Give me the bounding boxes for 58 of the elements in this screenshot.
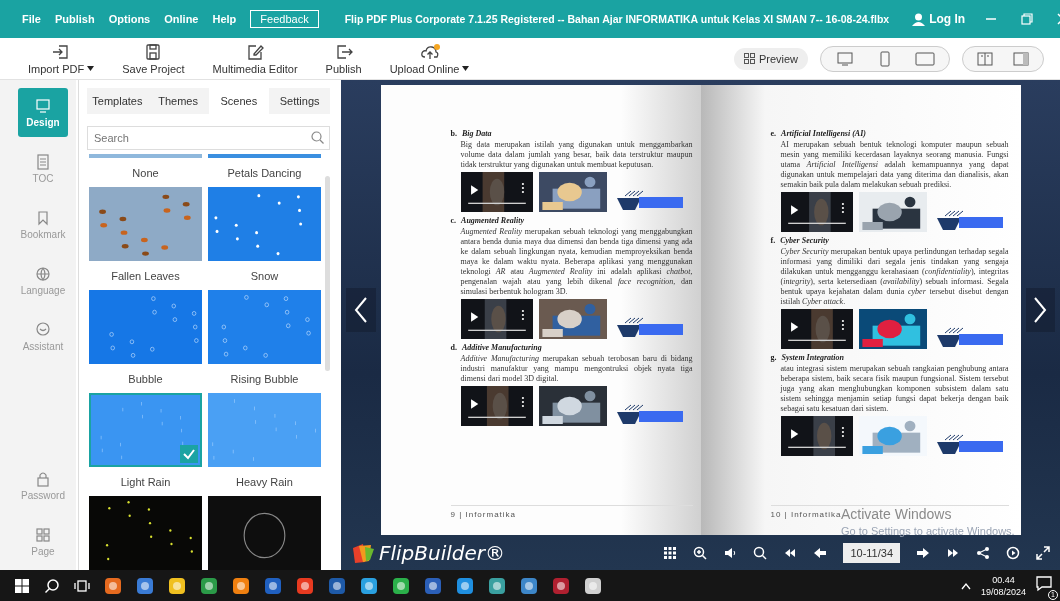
- section-marker: c.: [450, 216, 457, 225]
- menu-item[interactable]: Publish: [54, 13, 95, 25]
- tab[interactable]: Scenes: [208, 88, 270, 114]
- section-heading: Artificial Intelligensi (AI): [781, 129, 866, 138]
- section-heading: Additive Manufacturing: [461, 343, 542, 352]
- menu-item[interactable]: Help: [212, 13, 237, 25]
- section-heading: System Integration: [781, 353, 844, 362]
- menu-item[interactable]: Options: [108, 13, 151, 25]
- login-button[interactable]: Log In: [911, 12, 966, 26]
- section-marker: d.: [450, 343, 457, 352]
- nav-item[interactable]: Bookmark: [18, 200, 68, 249]
- scene-label: Heavy Rain: [235, 474, 294, 490]
- scene-label: Bubble: [127, 371, 164, 387]
- paragraph: Augmented Reality merupakan sebuah teknologi yang menggabungkan antara benda dunia maya dua dimensi dan benda tiga dimensi yang ada ke dalam sebuah lingkungan nyata, kemudian memproyeksikan benda maya ke dalam waktu nyata. Beberapa aplikasi yang menggunakan teknologi AR atau Augmented Reality ini adalah aplikasi chatbot, pengenalan wajah atau yang lebih dikenal face recognition, dan simulasi berbentuk hologram 3D.: [460, 227, 693, 297]
- nav-item[interactable]: Assistant: [18, 312, 68, 361]
- nav-item[interactable]: TOC: [18, 144, 68, 193]
- paragraph: AI merupakan sebuah bentuk teknologi komputer maupun sebuah mesin yang memiliki kecerdasan layaknya seorang manusia. Fungsi utama Artificial Intelligensi adalah kemampuannya yang dapat digunakan untuk mempelajari data yang diterima dan dianalisis, akan semakin baik pula dalam melakukan sebuah prediksi.: [780, 140, 1009, 190]
- scene-label: Petals Dancing: [226, 165, 303, 181]
- section-heading: Cyber Security: [780, 236, 829, 245]
- toolbar-button[interactable]: Upload Online: [375, 42, 484, 75]
- scene-label: Light Rain: [119, 474, 172, 490]
- menu-item[interactable]: File: [22, 13, 41, 25]
- toolbar-button[interactable]: Publish: [311, 42, 376, 75]
- section-marker: f.: [770, 236, 776, 245]
- section-marker: b.: [450, 129, 457, 138]
- toolbar-button[interactable]: Import PDF: [14, 42, 109, 75]
- paragraph: atau integrasi sistem merupakan sebuah rangkaian penghubung antara beberapa sistem, baik secara fisik maupun fungsional. Sistem tersebut juga yang akan menghubungkan komponen subsistem dalam satu sistem sehingga menjamin setiap fungsi dapat bekerja dengan baik sebagai satu kesatuan dari sistem.: [780, 364, 1009, 414]
- toolbar-button[interactable]: Multimedia Editor: [198, 42, 312, 75]
- clock-time: 00.44: [992, 573, 1015, 586]
- scene-label: None: [131, 165, 160, 181]
- window-title: Flip PDF Plus Corporate 7.1.25 Registered -- Bahan Ajar INFORMATIKA untuk Kelas XI SMAN 7-- 16-08-24.flbx: [344, 13, 890, 25]
- tab[interactable]: Settings: [269, 88, 330, 114]
- activation-notice: Activate Windows: [841, 506, 953, 522]
- nav-item[interactable]: Password: [18, 461, 68, 510]
- clock-date: 19/08/2024: [980, 585, 1026, 598]
- search-field[interactable]: Search: [87, 126, 330, 150]
- scene-label: Snow: [249, 268, 280, 284]
- preview-button[interactable]: Preview: [733, 47, 808, 70]
- section-marker: e.: [770, 129, 777, 138]
- nav-item[interactable]: Page: [18, 517, 68, 566]
- toolbar-button[interactable]: Save Project: [108, 42, 199, 75]
- activation-hint: Go to Settings to activate Windows.: [841, 525, 1015, 537]
- brand-name: FlipBuilder®: [379, 540, 506, 565]
- tab[interactable]: Templates: [87, 88, 148, 114]
- section-marker: g.: [770, 353, 777, 362]
- scene-label: Fallen Leaves: [110, 268, 181, 284]
- paragraph: Big data merupakan istilah yang digunakan untuk menggambarkan volume data dalam jumlah yang besar, baik data terstruktur maupun tidak terstruktur yang digunakan untuk membuat keputusan.: [460, 140, 693, 170]
- page-number-field[interactable]: 10-11/34: [843, 542, 900, 563]
- nav-item[interactable]: Language: [18, 256, 68, 305]
- scene-label: Rising Bubble: [229, 371, 300, 387]
- nav-item[interactable]: Design: [18, 88, 68, 137]
- paragraph: Cyber Security merupakan bentuk upaya perlindungan terhadap segala informasi yang dimiliki dari segala jenis tindakan yang sengaja dilakukan untuk mengganggu kerahasiaan (confidentiality), integritas (integrity), serta ketersediaan (availability) sebuah informasi. Segala bentuk upaya kejahatan dalam dunia cyber tersebut disebut dengan istilah Cyber attack.: [780, 247, 1009, 307]
- section-heading: Big Data: [461, 129, 492, 138]
- menu-item[interactable]: Online: [164, 13, 199, 25]
- page-footer: 9 | Informatika: [450, 505, 693, 519]
- section-heading: Augmented Reality: [461, 216, 524, 225]
- paragraph: Additive Manufacturing merupakan sebuah terobosan baru di bidang industri manufaktur yang mampu mengontruksi objek nyata tiga dimensi dari model 3D digital.: [460, 354, 693, 384]
- tab[interactable]: Themes: [147, 88, 209, 114]
